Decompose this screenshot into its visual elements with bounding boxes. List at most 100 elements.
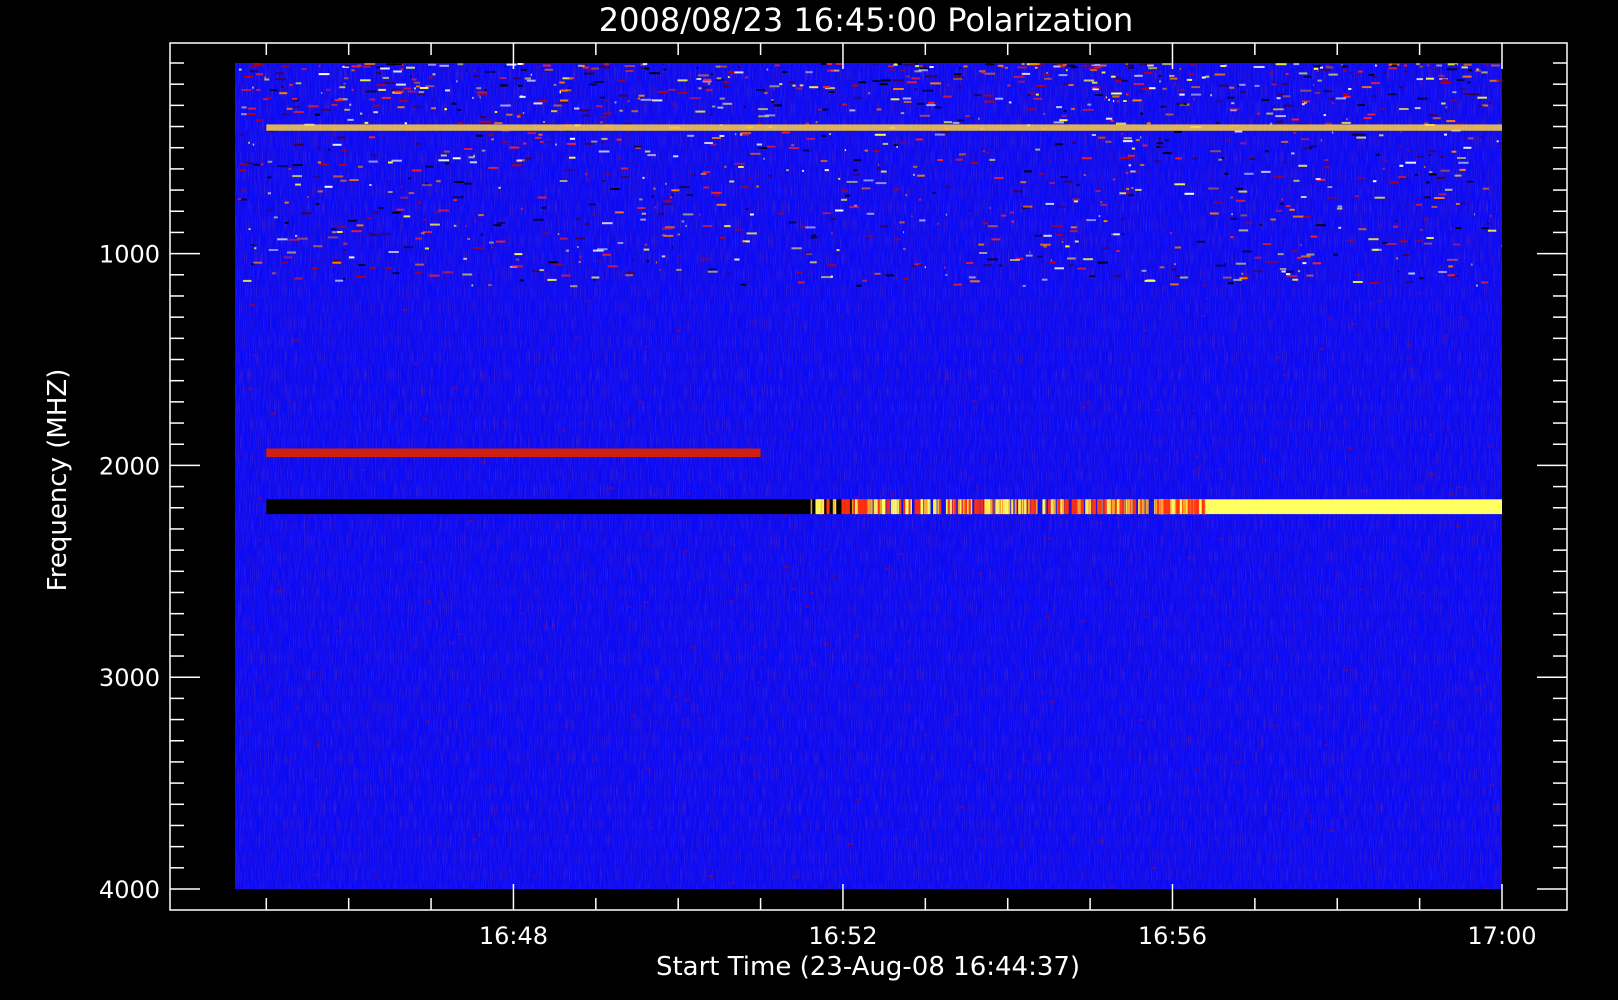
heatmap-streak [1103, 98, 1106, 101]
heatmap-streak [559, 99, 569, 102]
heatmap-streak [1400, 130, 1402, 133]
heatmap-streak [283, 256, 292, 259]
heatmap-streak [893, 188, 900, 191]
heatmap-band [1045, 499, 1047, 515]
heatmap-streak [500, 84, 507, 87]
heatmap-streak [576, 218, 581, 221]
heatmap-streak [896, 145, 898, 148]
heatmap-streak [1035, 93, 1039, 96]
heatmap-streak [1459, 168, 1466, 171]
heatmap-streak [825, 101, 828, 104]
heatmap-streak [1429, 114, 1438, 117]
heatmap-streak [763, 157, 765, 160]
heatmap-streak [1379, 134, 1384, 137]
heatmap-streak [893, 63, 898, 66]
heatmap-streak [388, 161, 393, 164]
heatmap-streak [1197, 768, 1200, 771]
heatmap-streak [1302, 262, 1307, 265]
heatmap-streak [1434, 197, 1445, 199]
heatmap-streak [1310, 235, 1318, 238]
heatmap-streak [581, 422, 585, 425]
heatmap-streak [829, 133, 831, 136]
heatmap-streak [1488, 102, 1492, 105]
heatmap-streak [1300, 255, 1311, 258]
x-axis-label: Start Time (23-Aug-08 16:44:37) [656, 952, 1080, 982]
heatmap-band [1154, 499, 1156, 515]
heatmap-streak [1178, 89, 1185, 91]
heatmap-streak [654, 206, 657, 209]
heatmap-streak [1122, 233, 1125, 236]
heatmap-streak [989, 158, 996, 161]
heatmap-streak [384, 81, 395, 84]
heatmap-streak [872, 80, 882, 82]
heatmap-band [927, 499, 929, 515]
heatmap-streak [913, 165, 918, 168]
heatmap-streak [315, 113, 321, 116]
heatmap-streak [1436, 64, 1443, 67]
heatmap-streak [370, 154, 379, 157]
heatmap-streak [1487, 229, 1497, 232]
heatmap-streak [598, 150, 610, 153]
heatmap-streak [607, 265, 618, 268]
heatmap-streak [643, 248, 650, 251]
heatmap-streak [709, 588, 711, 591]
heatmap-streak [319, 163, 330, 166]
heatmap-streak [1293, 63, 1300, 66]
heatmap-streak [724, 225, 731, 228]
heatmap-streak [1196, 467, 1201, 470]
heatmap-streak [603, 66, 610, 69]
heatmap-streak [378, 411, 381, 414]
heatmap-streak [637, 207, 646, 209]
heatmap-streak [1380, 631, 1383, 633]
heatmap-streak [1456, 79, 1465, 82]
heatmap-streak [681, 719, 684, 722]
heatmap-streak [723, 82, 725, 85]
heatmap-streak [1085, 401, 1089, 404]
heatmap-streak [1191, 157, 1198, 160]
heatmap-streak [943, 95, 952, 98]
heatmap-streak [652, 494, 657, 497]
heatmap-streak [478, 214, 484, 217]
heatmap-streak [663, 63, 665, 66]
heatmap-streak [643, 601, 649, 604]
heatmap-streak [1042, 234, 1052, 237]
heatmap-streak [955, 158, 963, 161]
heatmap-band [987, 499, 991, 515]
heatmap-streak [1444, 133, 1447, 136]
heatmap-streak [913, 173, 915, 176]
heatmap-streak [1358, 70, 1363, 73]
heatmap-streak [1293, 627, 1296, 630]
heatmap-streak [287, 398, 292, 401]
heatmap-streak [584, 299, 590, 302]
heatmap-streak [769, 85, 780, 88]
heatmap-streak [496, 222, 506, 225]
heatmap-streak [1496, 140, 1499, 143]
heatmap-streak [1426, 64, 1430, 67]
heatmap-streak [1169, 77, 1178, 80]
heatmap-streak [439, 64, 449, 67]
heatmap-band [1122, 499, 1124, 515]
heatmap-streak [924, 266, 926, 269]
heatmap-streak [254, 63, 261, 66]
heatmap-streak [662, 203, 674, 206]
heatmap-streak [1331, 131, 1334, 134]
heatmap-streak [1358, 228, 1367, 231]
heatmap-streak [1321, 68, 1331, 71]
heatmap-streak [1042, 648, 1045, 651]
heatmap-streak [1063, 110, 1067, 113]
heatmap-band [1023, 499, 1027, 515]
heatmap-streak [541, 206, 547, 209]
heatmap-band [870, 499, 873, 515]
heatmap-band [1141, 499, 1145, 515]
heatmap-streak [561, 274, 571, 277]
heatmap-streak [685, 698, 690, 701]
heatmap-band [882, 499, 885, 515]
heatmap-streak [1186, 556, 1192, 559]
heatmap-streak [360, 79, 371, 82]
heatmap-streak [1385, 160, 1389, 163]
heatmap-streak [1107, 447, 1109, 450]
heatmap-band [847, 499, 849, 515]
heatmap-band [266, 124, 1502, 131]
heatmap-band [964, 499, 967, 515]
heatmap-streak [1313, 84, 1315, 86]
